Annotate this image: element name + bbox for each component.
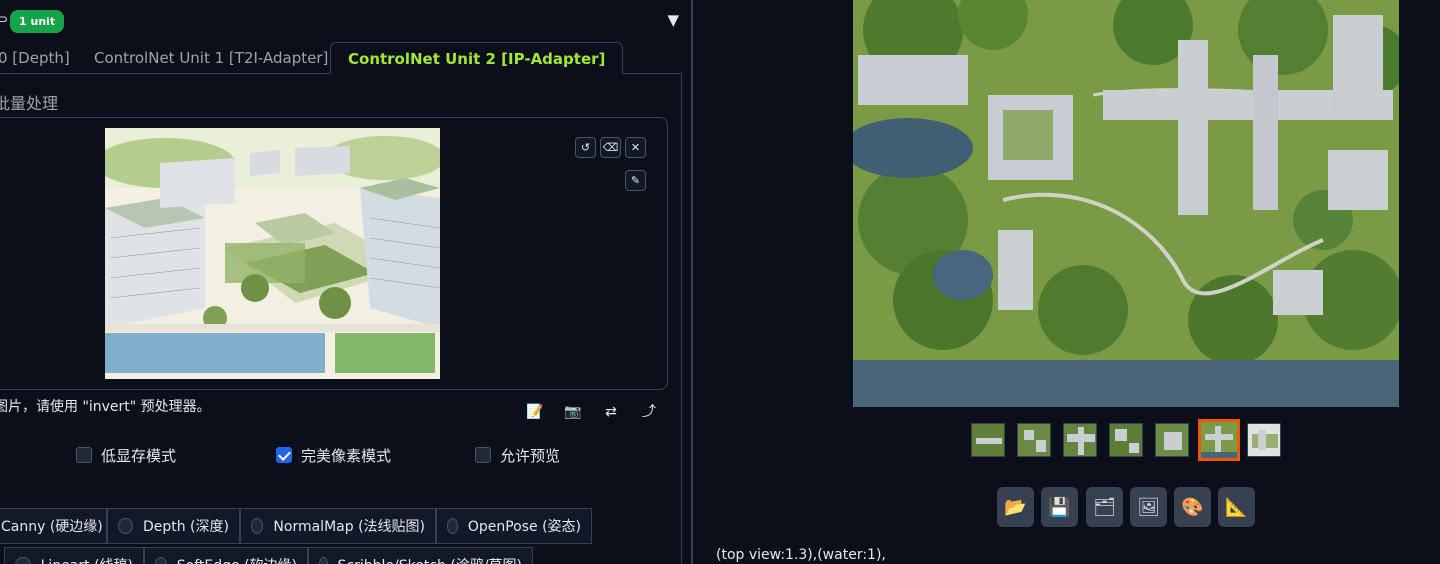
batch-tab-label[interactable]: 批量处理 bbox=[0, 90, 58, 114]
camera-icon[interactable]: 📷 bbox=[562, 401, 584, 423]
controlnet-unit-tabs: 0 [Depth] ControlNet Unit 1 [T2I-Adapter… bbox=[0, 42, 680, 74]
unit-count-badge: 1 unit bbox=[10, 10, 65, 33]
preprocessor-scribble[interactable]: Scribble/Sketch (涂鸦/草图) bbox=[308, 547, 533, 564]
swap-icon[interactable]: ⇄ bbox=[600, 401, 622, 423]
preprocessor-openpose[interactable]: OpenPose (姿态) bbox=[436, 508, 592, 544]
gallery-thumbnail-selected[interactable] bbox=[1198, 419, 1240, 461]
low-vram-checkbox[interactable]: 低显存模式 bbox=[76, 444, 176, 466]
low-vram-label: 低显存模式 bbox=[101, 446, 177, 465]
tab-controlnet-unit-0[interactable]: 0 [Depth] bbox=[0, 42, 70, 74]
aerial-site-plan-image bbox=[853, 0, 1399, 407]
pixel-perfect-label: 完美像素模式 bbox=[301, 446, 392, 465]
controlnet-header[interactable]: ⊃ 1 unit ▼ bbox=[0, 8, 693, 34]
radio-circle[interactable] bbox=[447, 518, 458, 534]
preprocessor-softedge[interactable]: SoftEdge (软边缘) bbox=[144, 547, 308, 564]
tab-controlnet-unit-1[interactable]: ControlNet Unit 1 [T2I-Adapter] bbox=[94, 42, 328, 74]
allow-preview-checkbox[interactable]: 允许预览 bbox=[475, 444, 560, 466]
controlnet-panel: ⊃ 1 unit ▼ 0 [Depth] ControlNet Unit 1 [… bbox=[0, 0, 693, 564]
gallery-thumbnail[interactable] bbox=[1155, 423, 1189, 457]
gallery-thumbnail[interactable] bbox=[1109, 423, 1143, 457]
generated-image[interactable] bbox=[853, 0, 1399, 407]
header-arrow-fragment: ⊃ bbox=[0, 12, 9, 26]
invert-hint-text: 图片，请使用 "invert" 预处理器。 bbox=[0, 399, 211, 415]
save-icon[interactable]: 💾 bbox=[1041, 487, 1078, 527]
preprocessor-label: Lineart (线稿) bbox=[41, 555, 133, 564]
preprocessor-depth[interactable]: Depth (深度) bbox=[107, 508, 240, 544]
return-arrow-icon[interactable]: ⤴ bbox=[638, 401, 660, 423]
radio-circle[interactable] bbox=[15, 557, 31, 564]
image-icon[interactable]: 🖼 bbox=[1130, 487, 1167, 527]
brush-icon[interactable]: ✎ bbox=[625, 170, 646, 191]
preprocessor-label: OpenPose (姿态) bbox=[467, 519, 581, 535]
undo-icon[interactable]: ↺ bbox=[575, 137, 596, 158]
preprocessor-normalmap[interactable]: NormalMap (法线贴图) bbox=[240, 508, 436, 544]
close-icon[interactable]: ✕ bbox=[625, 137, 646, 158]
gallery-thumbnail[interactable] bbox=[971, 423, 1005, 457]
eraser-icon[interactable]: ⌫ bbox=[600, 137, 621, 158]
preprocessor-label: Scribble/Sketch (涂鸦/草图) bbox=[338, 555, 522, 564]
ruler-icon[interactable]: 📐 bbox=[1218, 487, 1255, 527]
allow-preview-label: 允许预览 bbox=[500, 446, 561, 465]
palette-icon[interactable]: 🎨 bbox=[1174, 487, 1211, 527]
pixel-perfect-checkbox[interactable]: 完美像素模式 bbox=[276, 444, 391, 466]
radio-circle[interactable] bbox=[319, 557, 328, 564]
checkbox-box[interactable] bbox=[475, 447, 491, 463]
checkbox-box[interactable] bbox=[76, 447, 92, 463]
zip-icon[interactable]: 🗂 bbox=[1086, 487, 1123, 527]
preprocessor-label: Canny (硬边缘) bbox=[1, 519, 103, 535]
radio-circle[interactable] bbox=[155, 557, 167, 564]
preprocessor-label: SoftEdge (软边缘) bbox=[177, 555, 297, 564]
preprocessor-label: NormalMap (法线贴图) bbox=[273, 519, 425, 535]
prompt-text: (top view:1.3),(water:1), bbox=[716, 547, 886, 563]
preprocessor-canny[interactable]: Canny (硬边缘) bbox=[0, 508, 107, 544]
reference-image bbox=[105, 128, 440, 379]
radio-circle[interactable] bbox=[251, 518, 264, 534]
gallery-thumbnail[interactable] bbox=[1063, 423, 1097, 457]
notepad-icon[interactable]: 📝 bbox=[524, 401, 546, 423]
gallery-thumbnail[interactable] bbox=[1247, 423, 1281, 457]
checkbox-box[interactable] bbox=[276, 447, 292, 463]
preprocessor-lineart[interactable]: Lineart (线稿) bbox=[4, 547, 144, 564]
preprocessor-label: Depth (深度) bbox=[142, 519, 229, 535]
collapse-triangle-icon[interactable]: ▼ bbox=[667, 11, 679, 29]
tab-controlnet-unit-2[interactable]: ControlNet Unit 2 [IP-Adapter] bbox=[330, 42, 624, 74]
architecture-sketch-image bbox=[105, 128, 440, 379]
folder-icon[interactable]: 📂 bbox=[997, 487, 1034, 527]
gallery-thumbnail[interactable] bbox=[1017, 423, 1051, 457]
radio-circle[interactable] bbox=[118, 518, 133, 534]
